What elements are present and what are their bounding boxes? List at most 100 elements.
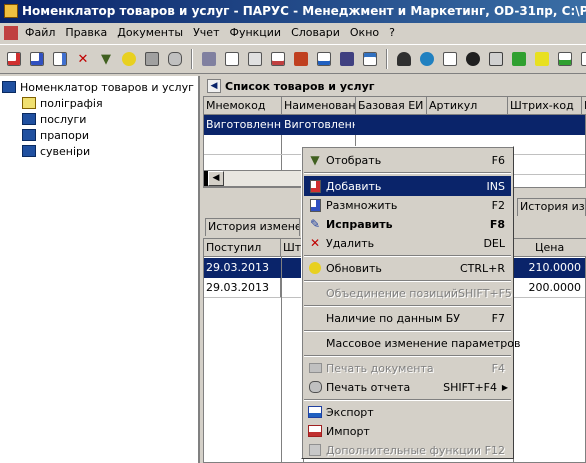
tree-item-label: сувеніри: [40, 144, 91, 158]
handshake-icon[interactable]: [199, 49, 219, 69]
menu-functions[interactable]: Функции: [224, 23, 286, 43]
menu-bar: Файл Правка Документы Учет Функции Слова…: [0, 23, 586, 43]
column-header[interactable]: П: [582, 97, 586, 114]
menu-documents[interactable]: Документы: [112, 23, 188, 43]
tree-item[interactable]: прапори: [22, 127, 89, 143]
toolbar-separator: [191, 49, 193, 69]
context-menu: ▼ Отобрать F6 Добавить INS Размножить F2…: [301, 146, 521, 460]
pencil-icon: ✎: [309, 217, 321, 231]
column-header[interactable]: Мнемокод: [204, 97, 282, 114]
tree-root[interactable]: Номенклатор товаров и услуг: [2, 79, 194, 95]
cell-price: 210.0000: [528, 261, 582, 274]
house-icon[interactable]: [291, 49, 311, 69]
window-title-bar: Номенклатор товаров и услуг - ПАРУС - Ме…: [0, 0, 586, 23]
column-header[interactable]: Базовая ЕИ: [356, 97, 427, 114]
grid-header: Мнемокод Наименование Базовая ЕИ Артикул…: [204, 97, 586, 115]
menu-item-edit[interactable]: ✎ Исправить F8: [304, 214, 511, 234]
export-icon: [307, 404, 323, 420]
catalog-tree: Номенклатор товаров и услуг поліграфія п…: [0, 76, 200, 463]
app-icon: [4, 4, 18, 18]
book-icon: [22, 129, 36, 141]
document-icon[interactable]: [440, 49, 460, 69]
menu-window[interactable]: Окно: [345, 23, 384, 43]
window-title: Номенклатор товаров и услуг - ПАРУС - Ме…: [22, 4, 586, 18]
extra-icon: [307, 442, 323, 458]
window-menu-icon[interactable]: [4, 26, 18, 40]
menu-item-duplicate[interactable]: Размножить F2: [304, 195, 511, 215]
camera-icon[interactable]: [486, 49, 506, 69]
menu-file[interactable]: Файл: [20, 23, 60, 43]
column-header[interactable]: Поступил: [204, 239, 281, 256]
menu-edit[interactable]: Правка: [60, 23, 112, 43]
menu-item-refresh[interactable]: Обновить CTRL+R: [304, 258, 511, 278]
tree-icon[interactable]: [268, 49, 288, 69]
cell-date: 29.03.2013: [204, 258, 281, 278]
calculator-icon[interactable]: [555, 49, 575, 69]
delete-icon[interactable]: ✕: [73, 49, 93, 69]
menu-item-add[interactable]: Добавить INS: [304, 176, 511, 196]
scroll-left-icon[interactable]: ◀: [208, 171, 224, 186]
calendar-icon[interactable]: [509, 49, 529, 69]
book-icon: [2, 81, 16, 93]
column-header[interactable]: Цена: [513, 239, 586, 256]
add-doc-icon[interactable]: [4, 49, 24, 69]
tree-item-label: послуги: [40, 112, 87, 126]
tree-item[interactable]: поліграфія: [22, 95, 103, 111]
tree-item[interactable]: сувеніри: [22, 143, 90, 159]
open-icon[interactable]: [245, 49, 265, 69]
menu-item-availability[interactable]: Наличие по данным БУ F7: [304, 308, 511, 328]
copy-doc-icon[interactable]: [27, 49, 47, 69]
refresh-icon[interactable]: [119, 49, 139, 69]
delete-icon: ✕: [309, 236, 321, 250]
import-icon: [307, 423, 323, 439]
menu-item-filter[interactable]: ▼ Отобрать F6: [304, 150, 511, 170]
book-icon[interactable]: [337, 49, 357, 69]
menu-item-merge[interactable]: Объединение позиций SHIFT+F5: [304, 283, 512, 303]
tick-icon[interactable]: [532, 49, 552, 69]
column-header[interactable]: Артикул: [427, 97, 508, 114]
menu-item-print-document[interactable]: Печать документа F4: [304, 358, 511, 378]
horizontal-scrollbar[interactable]: ◀: [203, 170, 303, 187]
menu-item-print-report[interactable]: Печать отчета SHIFT+F4 ▶: [304, 377, 511, 397]
tree-item[interactable]: послуги: [22, 111, 86, 127]
menu-item-extra-functions[interactable]: Дополнительные функции F12: [304, 440, 511, 460]
cell-name: Виготовлення, уп: [282, 115, 356, 135]
toolbar: ✕ ▼: [0, 44, 586, 74]
gear-icon[interactable]: [417, 49, 437, 69]
tree-root-label: Номенклатор товаров и услуг: [20, 80, 194, 94]
menu-accounting[interactable]: Учет: [188, 23, 224, 43]
print-icon[interactable]: [142, 49, 162, 69]
menu-help[interactable]: ?: [384, 23, 400, 43]
folder-icon[interactable]: [222, 49, 242, 69]
toolbar-separator: [386, 49, 388, 69]
column-header[interactable]: Наименование: [282, 97, 356, 114]
menu-item-delete[interactable]: ✕ Удалить DEL: [304, 233, 511, 253]
tab-history-right[interactable]: История изм: [517, 198, 586, 216]
edit-doc-icon[interactable]: [50, 49, 70, 69]
submenu-arrow-icon: ▶: [501, 382, 508, 392]
column-header[interactable]: Штрих-код: [508, 97, 582, 114]
report-icon: [307, 379, 323, 395]
filter-icon[interactable]: ▼: [96, 49, 116, 69]
table-icon[interactable]: [360, 49, 380, 69]
open-book-icon: [22, 97, 36, 109]
bomb-icon[interactable]: [463, 49, 483, 69]
notebook-icon[interactable]: [578, 49, 586, 69]
copy-doc-icon: [307, 197, 323, 213]
print-icon: [307, 360, 323, 376]
menu-item-import[interactable]: Импорт: [304, 421, 511, 441]
cell-rest: [356, 115, 585, 135]
report-icon[interactable]: [165, 49, 185, 69]
menu-dictionaries[interactable]: Словари: [286, 23, 345, 43]
menu-item-export[interactable]: Экспорт: [304, 402, 511, 422]
export-icon[interactable]: [314, 49, 334, 69]
cell-price: 200.0000: [528, 281, 582, 294]
tree-item-label: прапори: [40, 128, 89, 142]
cell-date: 29.03.2013: [204, 278, 281, 297]
table-row[interactable]: Виготовлення Виготовлення, уп: [204, 115, 585, 135]
user-icon[interactable]: [394, 49, 414, 69]
back-arrow-icon[interactable]: ◀: [207, 79, 221, 93]
column-header[interactable]: Штр: [281, 239, 303, 256]
menu-item-mass-edit[interactable]: Массовое изменение параметров: [304, 333, 521, 353]
tab-history-left[interactable]: История изменений: [205, 218, 300, 236]
